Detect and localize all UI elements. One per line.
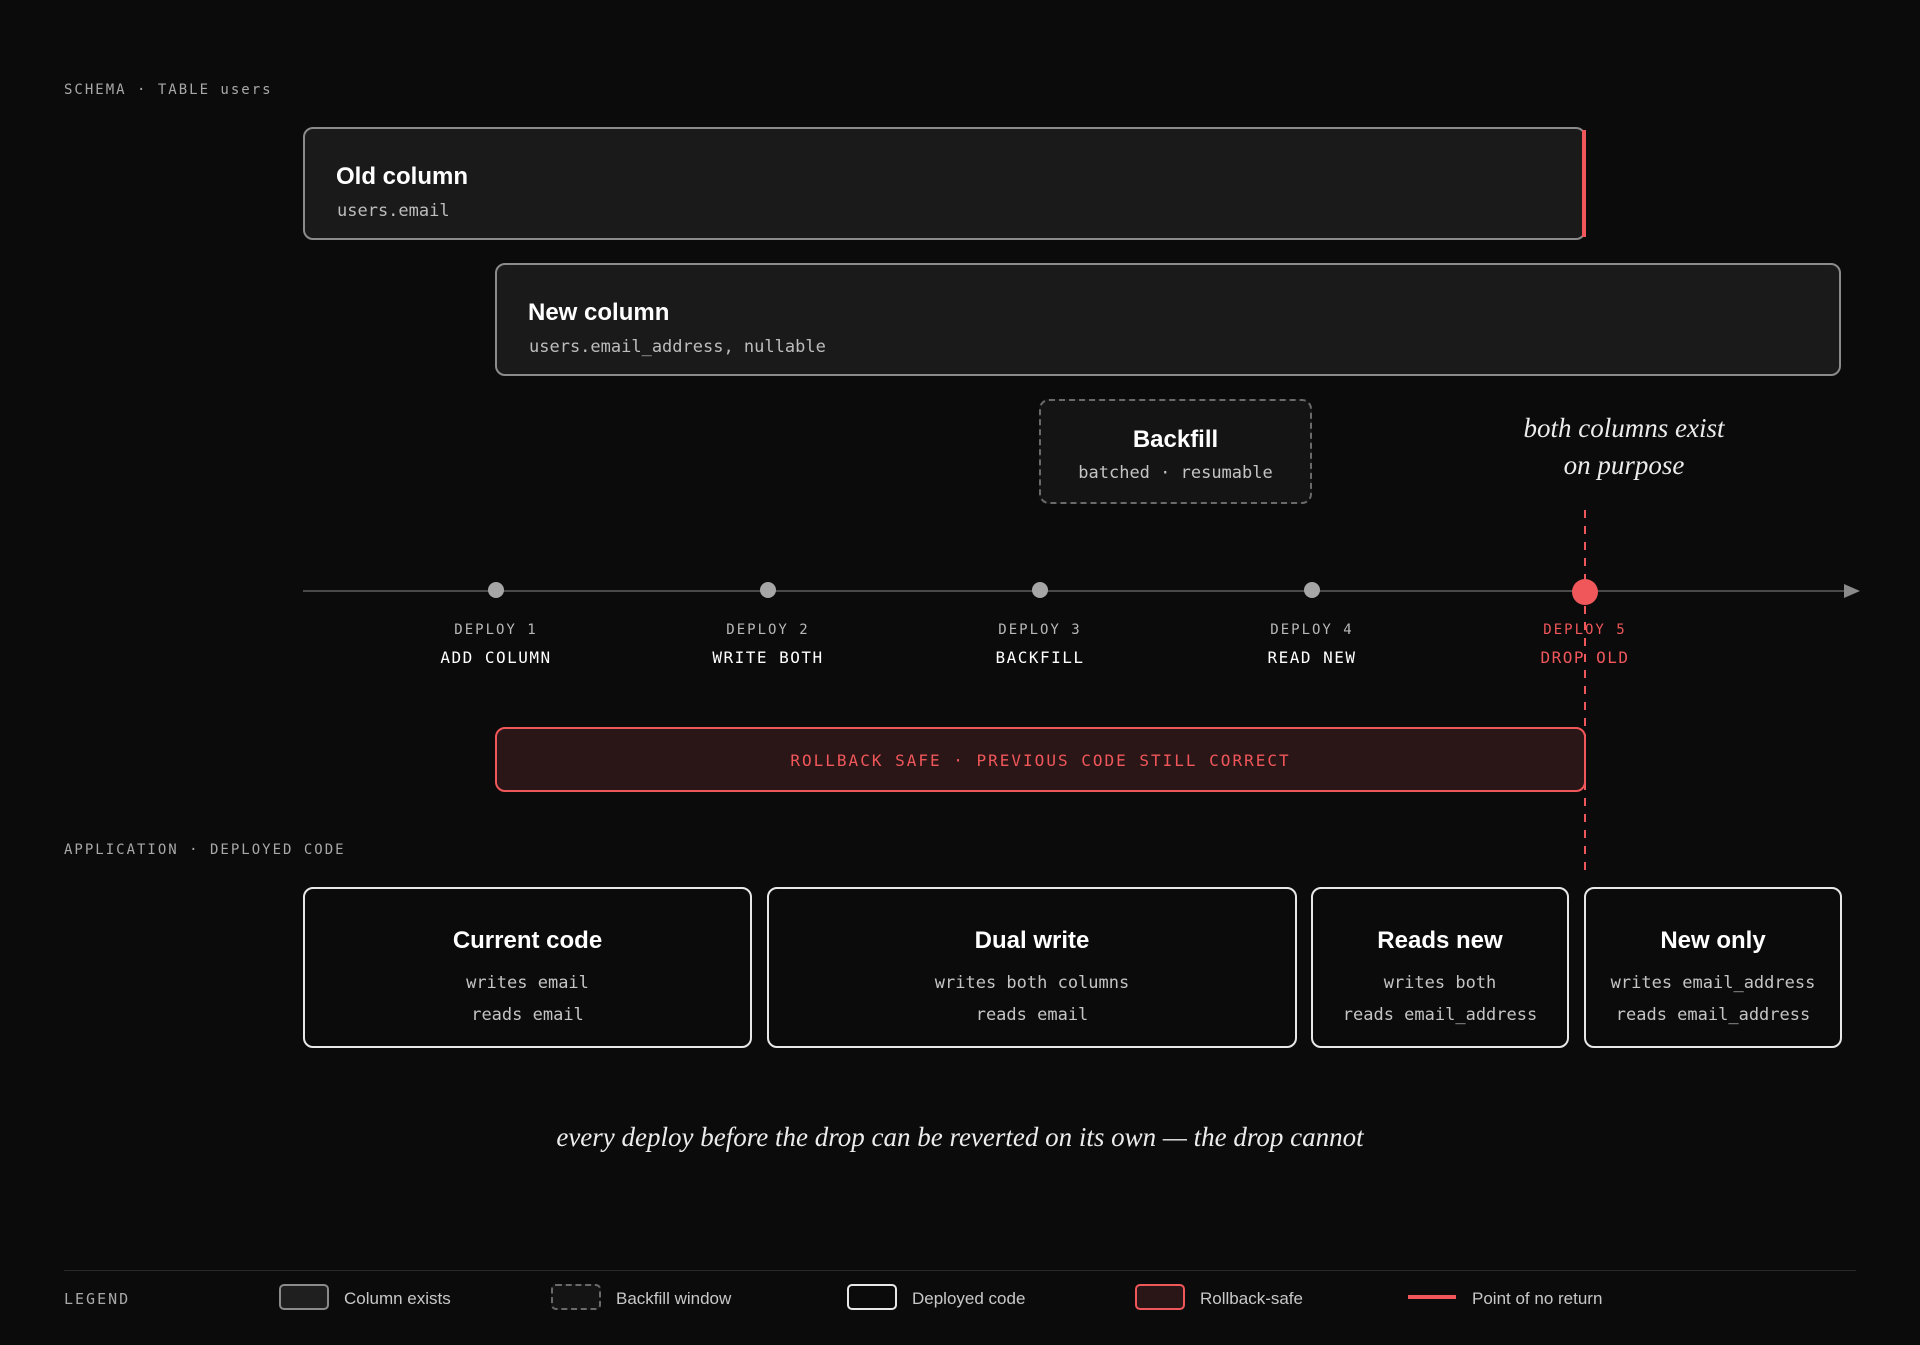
deploy-4-node (1304, 582, 1320, 598)
phase-writes: writes email (466, 973, 589, 993)
phase-current-code: Current code writes email reads email (303, 887, 752, 1048)
application-section-label: APPLICATION · DEPLOYED CODE (64, 842, 346, 858)
phase-reads: reads email_address (1615, 1005, 1811, 1025)
legend-deployed-code-swatch (847, 1284, 897, 1310)
timeline-arrow-icon (1844, 584, 1860, 598)
backfill-window: Backfill batched · resumable (1039, 399, 1312, 504)
phase-new-only: New only writes email_address reads emai… (1584, 887, 1842, 1048)
legend-backfill-swatch (551, 1284, 601, 1310)
phase-dual-write: Dual write writes both columns reads ema… (767, 887, 1297, 1048)
phase-title: Current code (452, 927, 603, 954)
point-of-no-return-line (1584, 510, 1586, 875)
deploy-1-number: DEPLOY 1 (454, 622, 538, 638)
legend-divider (64, 1270, 1856, 1271)
phase-reads-new: Reads new writes both reads email_addres… (1311, 887, 1569, 1048)
phase-title: Dual write (974, 927, 1090, 954)
phase-writes: writes both (1383, 973, 1497, 993)
legend-deployed-code-label: Deployed code (912, 1289, 1026, 1308)
deploy-5-name: DROP OLD (1540, 648, 1630, 667)
deploy-1-name: ADD COLUMN (440, 648, 552, 667)
phase-reads: reads email (471, 1005, 584, 1025)
legend-column-exists-swatch (279, 1284, 329, 1310)
old-column-title: Old column (336, 163, 468, 190)
phase-title: Reads new (1377, 927, 1503, 954)
deploy-4-name: READ NEW (1267, 648, 1357, 667)
deploy-3-node (1032, 582, 1048, 598)
old-column-end-marker (1582, 130, 1586, 237)
new-column-box: New column users.email_address, nullable (495, 263, 1841, 376)
phase-writes: writes both columns (934, 973, 1130, 993)
backfill-detail: batched · resumable (1078, 463, 1273, 483)
deploy-3-number: DEPLOY 3 (998, 622, 1082, 638)
old-column-field: users.email (337, 201, 450, 221)
phase-reads: reads email_address (1342, 1005, 1538, 1025)
legend-column-exists-label: Column exists (344, 1289, 451, 1308)
deploy-2-node (760, 582, 776, 598)
deploy-3-name: BACKFILL (995, 648, 1085, 667)
legend-point-of-no-return-swatch (1408, 1295, 1456, 1299)
rollback-safe-label: ROLLBACK SAFE · PREVIOUS CODE STILL CORR… (790, 751, 1291, 770)
legend-title: LEGEND (64, 1290, 131, 1308)
new-column-field: users.email_address, nullable (529, 337, 826, 357)
phase-writes: writes email_address (1610, 973, 1816, 993)
phase-reads: reads email (975, 1005, 1089, 1025)
deploy-1-node (488, 582, 504, 598)
legend-rollback-safe-swatch (1135, 1284, 1185, 1310)
deploy-4-number: DEPLOY 4 (1270, 622, 1354, 638)
timeline-axis (303, 584, 1860, 598)
annotation-line-1: both columns exist (1523, 413, 1725, 443)
legend-point-of-no-return-label: Point of no return (1472, 1289, 1603, 1308)
rollback-safe-banner: ROLLBACK SAFE · PREVIOUS CODE STILL CORR… (495, 727, 1586, 792)
annotation-line-2: on purpose (1563, 450, 1685, 480)
deploy-5-number: DEPLOY 5 (1543, 622, 1627, 638)
phase-title: New only (1660, 927, 1766, 954)
legend-backfill-label: Backfill window (616, 1289, 732, 1308)
annotation-both-columns: both columns exist on purpose (1474, 410, 1774, 484)
deploy-5-node (1572, 579, 1598, 605)
footnote: every deploy before the drop can be reve… (556, 1122, 1364, 1152)
new-column-title: New column (528, 299, 670, 326)
old-column-box: Old column users.email (303, 127, 1586, 240)
legend-rollback-safe-label: Rollback-safe (1200, 1289, 1303, 1308)
schema-section-label: SCHEMA · TABLE users (64, 82, 273, 98)
deploy-2-name: WRITE BOTH (712, 648, 824, 667)
deploy-2-number: DEPLOY 2 (726, 622, 810, 638)
backfill-title: Backfill (1132, 426, 1219, 453)
